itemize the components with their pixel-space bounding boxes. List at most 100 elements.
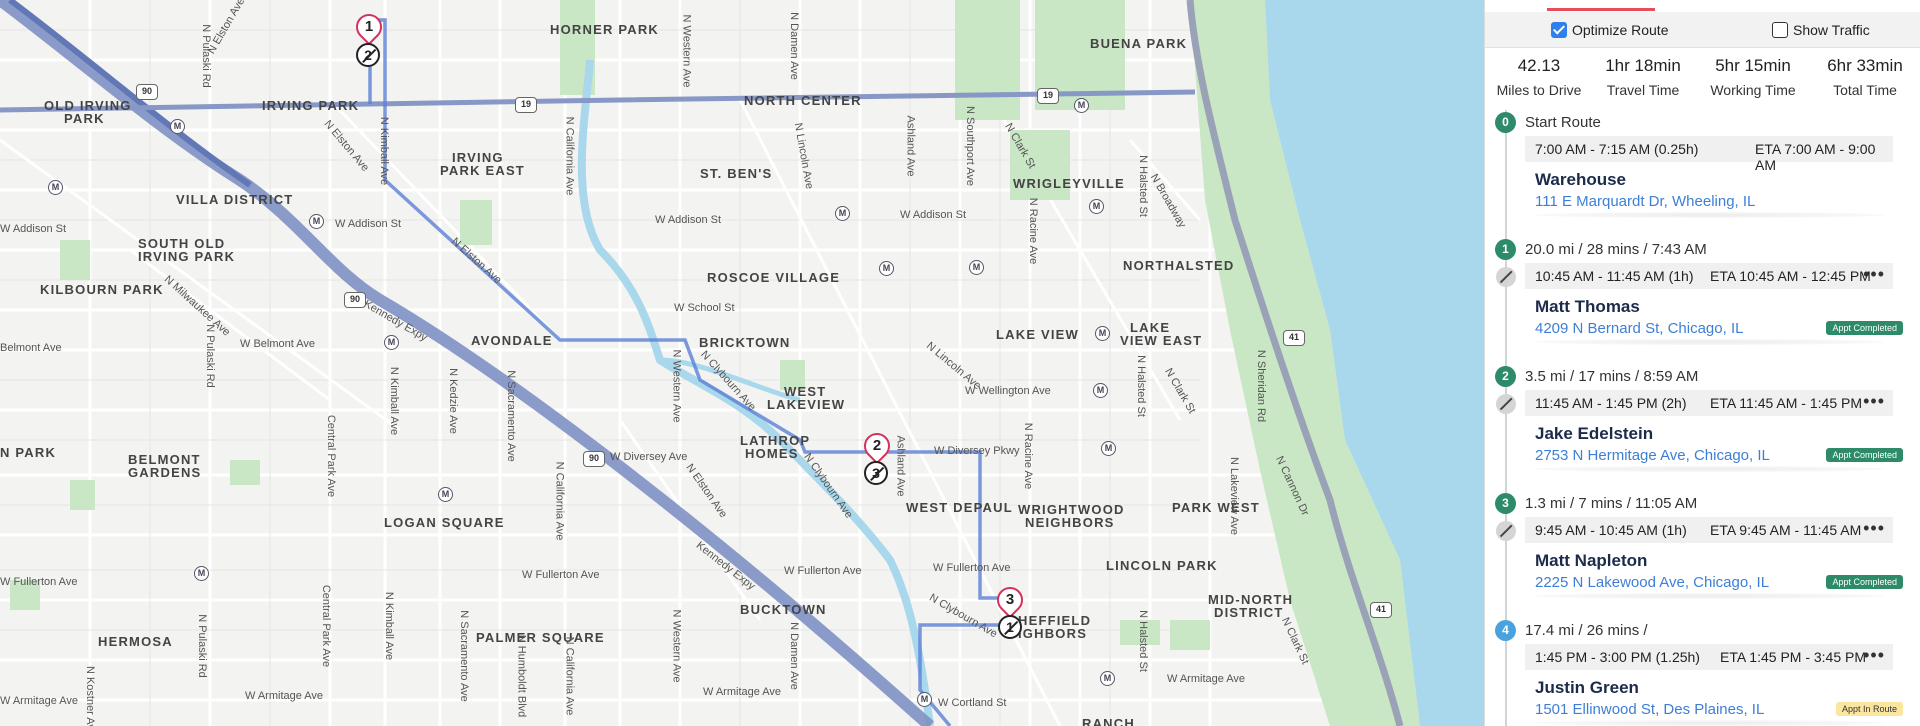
stop-number-badge: 3 — [1495, 493, 1516, 514]
street-label: Central Park Ave — [325, 414, 338, 498]
card-divider — [1535, 466, 1885, 472]
street-label: W Armitage Ave — [1167, 673, 1246, 685]
completed-stop-icon — [1496, 267, 1516, 287]
neighborhood-label: RANCH — [1082, 716, 1135, 726]
street-label: N Racine Ave — [1022, 422, 1035, 490]
street-label: W Fullerton Ave — [784, 565, 862, 577]
stop-customer-name[interactable]: Matt Napleton — [1535, 551, 1647, 571]
stop-number-badge: 0 — [1495, 112, 1516, 133]
metro-station-icon: M — [835, 206, 850, 221]
neighborhood-label: ROSCOE VILLAGE — [707, 270, 841, 285]
interstate-90-shield: 90 — [136, 84, 158, 100]
metro-station-icon: M — [1100, 671, 1115, 686]
neighborhood-label: IRVING PARK — [138, 249, 236, 264]
stat-label: Total Time — [1833, 82, 1897, 98]
neighborhood-label: LAKEVIEW — [767, 397, 846, 412]
completed-stop-icon — [1496, 394, 1516, 414]
metro-station-icon: M — [384, 335, 399, 350]
neighborhood-label: BUCKTOWN — [740, 602, 827, 617]
stat-label: Travel Time — [1606, 82, 1680, 98]
street-label: W Armitage Ave — [703, 686, 782, 698]
stop-customer-name[interactable]: Matt Thomas — [1535, 297, 1640, 317]
stop-address-link[interactable]: 111 E Marquardt Dr, Wheeling, IL — [1535, 193, 1755, 210]
metro-station-icon: M — [1093, 383, 1108, 398]
neighborhood-label: PARK WEST — [1172, 500, 1260, 515]
street-label: N Halsted St — [1136, 155, 1149, 217]
metro-station-icon: M — [1089, 199, 1104, 214]
stop-customer-name[interactable]: Jake Edelstein — [1535, 424, 1653, 444]
show-traffic-label: Show Traffic — [1793, 22, 1870, 38]
street-label: N Humboldt Blvd — [515, 634, 528, 718]
eta-window: ETA 1:45 PM - 3:45 PM — [1720, 649, 1867, 665]
more-options-icon[interactable]: ••• — [1863, 264, 1885, 285]
street-label: N Western Ave — [670, 609, 683, 683]
stop-time-window: 1:45 PM - 3:00 PM (1.25h) ETA 1:45 PM - … — [1525, 644, 1893, 670]
more-options-icon[interactable]: ••• — [1863, 518, 1885, 539]
stop-address-link[interactable]: 4209 N Bernard St, Chicago, IL — [1535, 320, 1743, 337]
more-options-icon[interactable]: ••• — [1863, 391, 1885, 412]
neighborhood-label: NEIGHBORS — [1025, 515, 1115, 530]
street-label: W Addison St — [0, 223, 67, 235]
stop-number-badge: 4 — [1495, 620, 1516, 641]
street-label: N Damen Ave — [787, 12, 800, 80]
stop-time-window: 11:45 AM - 1:45 PM (2h) ETA 11:45 AM - 1… — [1525, 390, 1893, 416]
street-label: W Addison St — [335, 218, 402, 230]
neighborhood-label: DISTRICT — [1214, 605, 1284, 620]
stop-time-window: 9:45 AM - 10:45 AM (1h) ETA 9:45 AM - 11… — [1525, 517, 1893, 543]
stop-address-link[interactable]: 2753 N Hermitage Ave, Chicago, IL — [1535, 447, 1770, 464]
street-label: N Racine Ave — [1027, 197, 1040, 265]
more-options-icon[interactable]: ••• — [1863, 645, 1885, 666]
appointment-window: 10:45 AM - 11:45 AM (1h) — [1535, 268, 1694, 284]
street-label: N California Ave — [553, 461, 566, 541]
stop-leg-summary: 3.5 mi / 17 mins / 8:59 AM — [1525, 368, 1699, 385]
street-label: N Pulaski Rd — [195, 614, 208, 678]
route-41-shield: 41 — [1283, 330, 1305, 346]
route-summary: 42.13 Miles to Drive 1hr 18min Travel Ti… — [1485, 56, 1920, 104]
neighborhood-label: VIEW EAST — [1120, 333, 1203, 348]
stop-address-link[interactable]: 2225 N Lakewood Ave, Chicago, IL — [1535, 574, 1769, 591]
metro-station-icon: M — [309, 214, 324, 229]
checkbox-checked-icon[interactable] — [1551, 22, 1567, 38]
appointment-window: 11:45 AM - 1:45 PM (2h) — [1535, 395, 1687, 411]
metro-station-icon: M — [917, 692, 932, 707]
appointment-status-badge: Appt Completed — [1826, 575, 1903, 589]
stat-total-time: 6hr 33min Total Time — [1815, 56, 1915, 100]
street-label: N Damen Ave — [787, 622, 800, 690]
stat-label: Miles to Drive — [1496, 82, 1582, 98]
stop-leg-summary: 17.4 mi / 26 mins / — [1525, 622, 1648, 639]
street-label: N Lakeview Ave — [1228, 456, 1241, 536]
route-sidebar: Optimize Route Show Traffic 42.13 Miles … — [1484, 0, 1920, 726]
stat-value: 42.13 — [1517, 56, 1561, 75]
pin-label: 1 — [364, 18, 374, 35]
appointment-window: 9:45 AM - 10:45 AM (1h) — [1535, 522, 1687, 538]
stop-customer-name[interactable]: Justin Green — [1535, 678, 1639, 698]
active-tab-indicator — [1547, 8, 1655, 11]
card-divider — [1535, 593, 1885, 599]
appointment-status-badge: Appt Completed — [1826, 448, 1903, 462]
completed-stop-marker[interactable]: 3 — [864, 461, 888, 485]
neighborhood-label: PALMER SQUARE — [476, 630, 605, 645]
stop-leg-summary: 1.3 mi / 7 mins / 11:05 AM — [1525, 495, 1698, 512]
street-label: W School St — [674, 302, 735, 314]
metro-station-icon: M — [1095, 326, 1110, 341]
interstate-90-shield: 90 — [583, 451, 605, 467]
street-label: Belmont Ave — [0, 342, 62, 354]
stop-customer-name[interactable]: Warehouse — [1535, 170, 1626, 190]
street-label: W Fullerton Ave — [0, 576, 78, 588]
completed-stop-marker[interactable]: 2 — [356, 43, 380, 67]
show-traffic-toggle[interactable]: Show Traffic — [1772, 22, 1870, 38]
street-label: N Sacramento Ave — [504, 370, 517, 462]
metro-station-icon: M — [170, 119, 185, 134]
route-19-shield: 19 — [1037, 88, 1059, 104]
checkbox-unchecked-icon[interactable] — [1772, 22, 1788, 38]
street-label: N Southport Ave — [963, 106, 976, 186]
stop-time-window: 10:45 AM - 11:45 AM (1h) ETA 10:45 AM - … — [1525, 263, 1893, 289]
completed-stop-marker[interactable]: 1 — [998, 615, 1022, 639]
neighborhood-label: NORTHALSTED — [1123, 258, 1235, 273]
stop-address-link[interactable]: 1501 Ellinwood St, Des Plaines, IL — [1535, 701, 1764, 718]
route-map[interactable]: HORNER PARK BUENA PARK OLD IRVING PARK I… — [0, 0, 1484, 726]
street-label: W Fullerton Ave — [522, 569, 600, 581]
neighborhood-label: KILBOURN PARK — [40, 282, 164, 297]
optimize-route-toggle[interactable]: Optimize Route — [1551, 22, 1668, 38]
appointment-window: 7:00 AM - 7:15 AM (0.25h) — [1535, 141, 1699, 157]
